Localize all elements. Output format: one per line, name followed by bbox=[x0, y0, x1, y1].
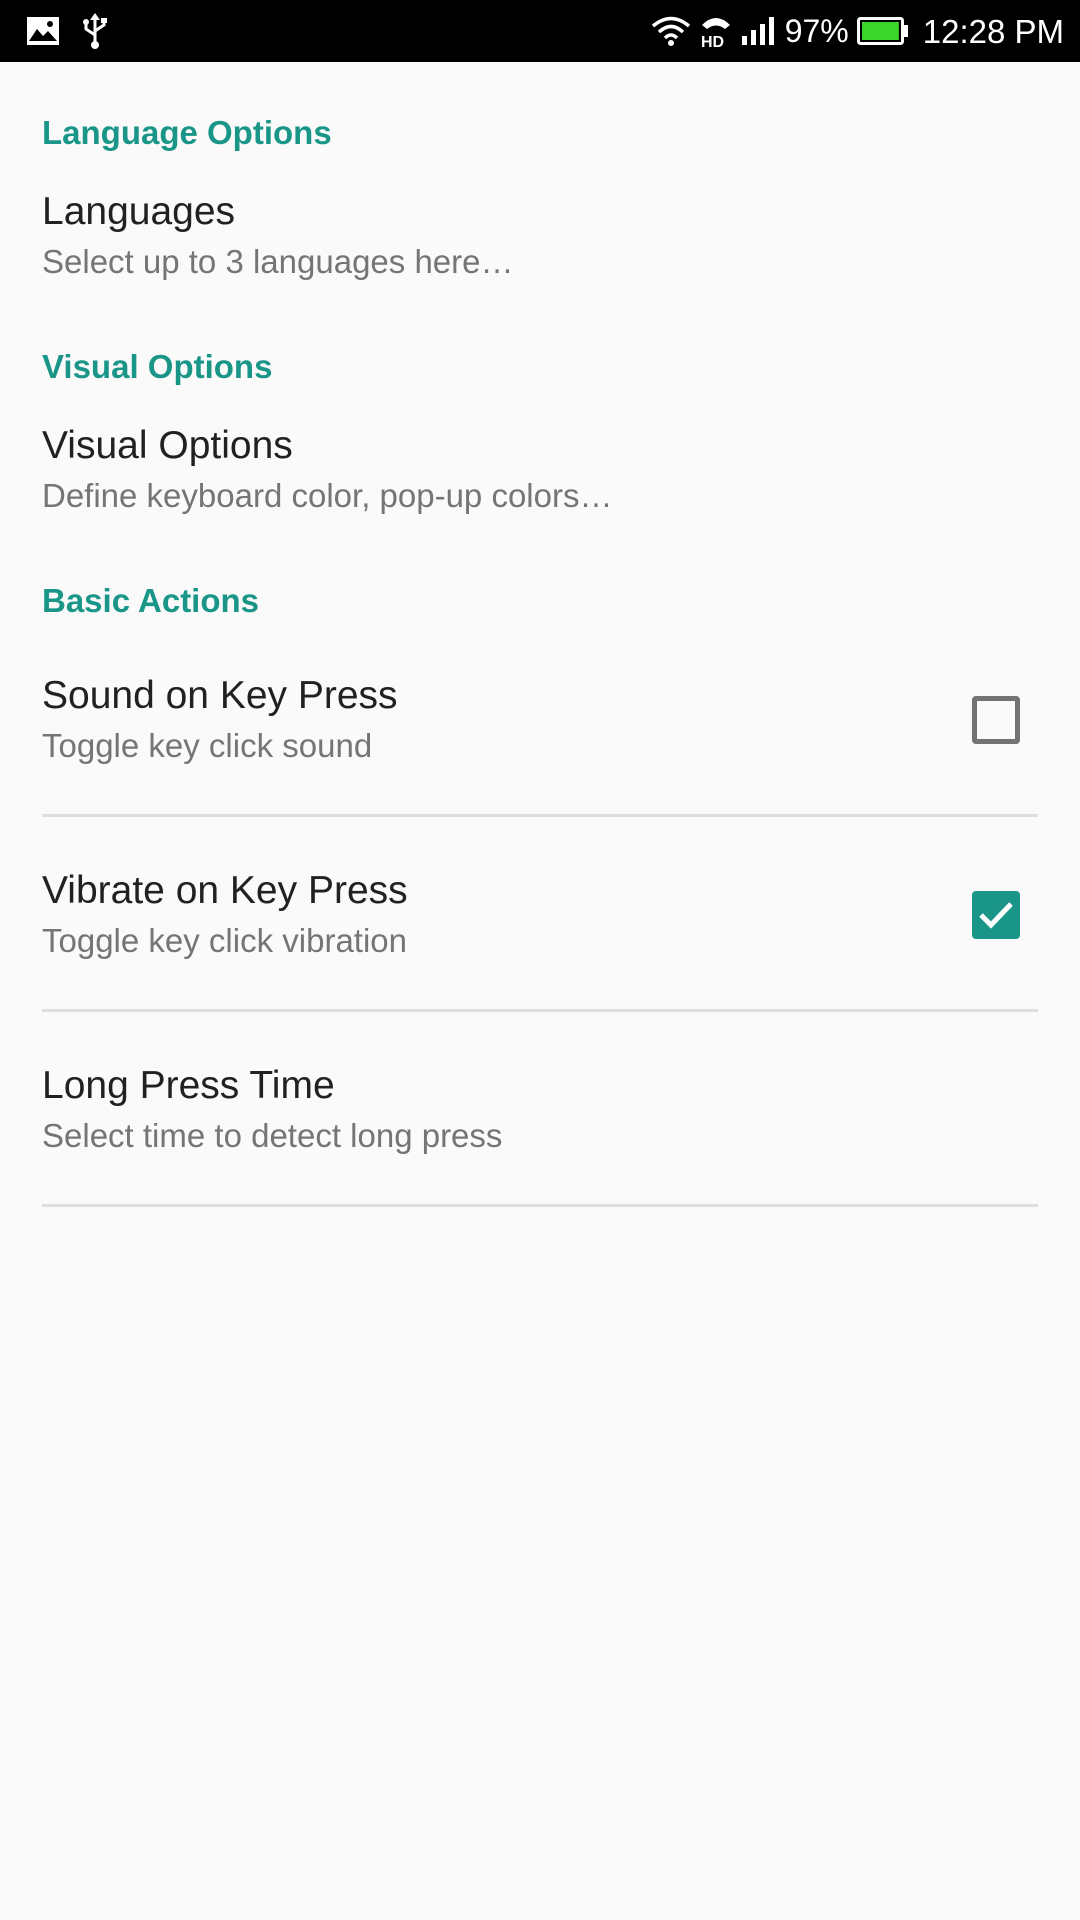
pref-text: Sound on Key Press Toggle key click soun… bbox=[42, 673, 972, 765]
category-header-visual: Visual Options bbox=[42, 348, 273, 385]
pref-summary: Toggle key click vibration bbox=[42, 922, 407, 960]
pref-title: Long Press Time bbox=[42, 1064, 335, 1108]
signal-icon bbox=[741, 16, 775, 46]
pref-languages[interactable]: Languages Select up to 3 languages here… bbox=[0, 154, 1080, 296]
pref-visual-options[interactable]: Visual Options Define keyboard color, po… bbox=[0, 388, 1080, 530]
divider bbox=[42, 1204, 1038, 1207]
pref-title: Visual Options bbox=[42, 423, 293, 467]
status-bar: HD 97% 12:28 PM bbox=[0, 0, 1080, 62]
pref-text: Languages Select up to 3 languages here… bbox=[42, 189, 1038, 281]
category-header-language: Language Options bbox=[42, 114, 332, 151]
sound-checkbox[interactable] bbox=[972, 695, 1020, 744]
pref-summary: Select up to 3 languages here… bbox=[42, 242, 514, 280]
pref-summary: Toggle key click sound bbox=[42, 727, 373, 765]
category-header-basic: Basic Actions bbox=[42, 582, 260, 619]
check-icon bbox=[979, 901, 1013, 929]
pref-text: Visual Options Define keyboard color, po… bbox=[42, 423, 1038, 515]
battery-percent: 97% bbox=[784, 13, 849, 49]
clock: 12:28 PM bbox=[922, 12, 1064, 50]
settings-list: Language Options Languages Select up to … bbox=[0, 62, 1080, 1207]
wifi-icon bbox=[651, 15, 691, 47]
image-icon bbox=[26, 16, 60, 46]
pref-summary: Select time to detect long press bbox=[42, 1117, 503, 1155]
pref-text: Vibrate on Key Press Toggle key click vi… bbox=[42, 868, 972, 960]
pref-title: Sound on Key Press bbox=[42, 674, 398, 718]
usb-icon bbox=[82, 13, 108, 49]
pref-sound-on-key-press[interactable]: Sound on Key Press Toggle key click soun… bbox=[0, 622, 1080, 817]
status-bar-right: HD 97% 12:28 PM bbox=[651, 13, 1064, 49]
status-bar-left bbox=[26, 13, 108, 49]
battery-icon bbox=[856, 17, 909, 45]
svg-text:HD: HD bbox=[701, 34, 724, 49]
vibrate-checkbox[interactable] bbox=[972, 890, 1020, 939]
pref-summary: Define keyboard color, pop-up colors… bbox=[42, 476, 613, 514]
pref-title: Languages bbox=[42, 189, 236, 233]
pref-text: Long Press Time Select time to detect lo… bbox=[42, 1063, 1038, 1155]
hd-voice-icon: HD bbox=[699, 13, 733, 49]
pref-vibrate-on-key-press[interactable]: Vibrate on Key Press Toggle key click vi… bbox=[0, 817, 1080, 1012]
pref-title: Vibrate on Key Press bbox=[42, 869, 408, 913]
pref-long-press-time[interactable]: Long Press Time Select time to detect lo… bbox=[0, 1012, 1080, 1207]
